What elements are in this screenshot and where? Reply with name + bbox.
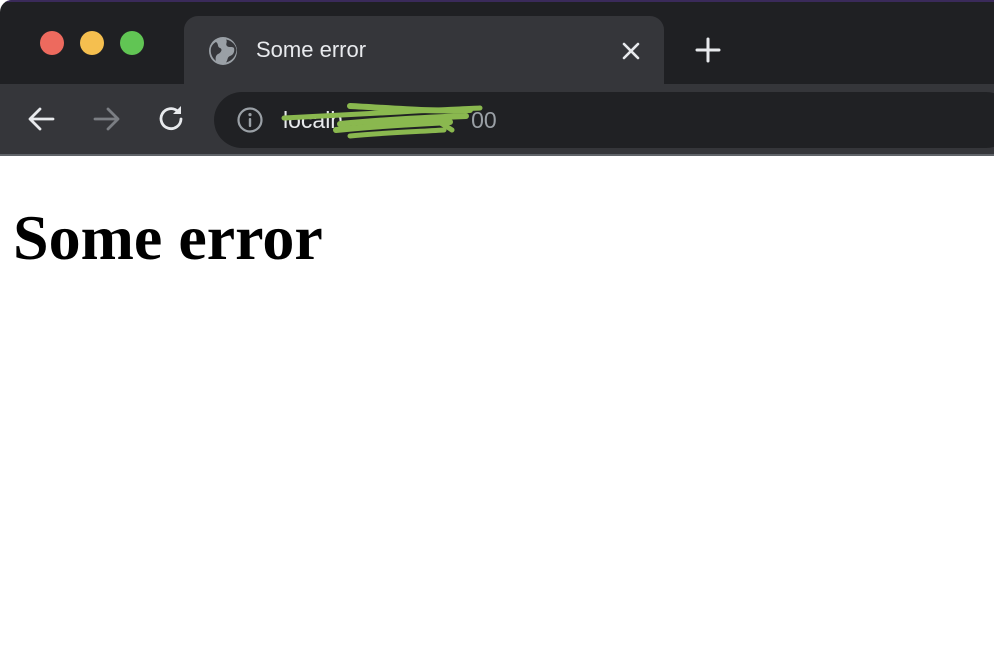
tab-title: Some error (256, 37, 367, 62)
window-minimize-button[interactable] (80, 31, 104, 55)
arrow-right-icon[interactable] (89, 102, 123, 136)
page-content: Some error (0, 156, 994, 652)
reload-icon[interactable] (154, 102, 188, 136)
page-heading: Some error (13, 202, 323, 273)
browser-toolbar: localh 00 (0, 84, 994, 156)
redaction-scribble (281, 103, 483, 139)
close-icon[interactable] (618, 38, 644, 64)
window-zoom-button[interactable] (120, 31, 144, 55)
window-top-edge (0, 0, 994, 2)
arrow-left-icon[interactable] (25, 102, 59, 136)
window-close-button[interactable] (40, 31, 64, 55)
plus-icon[interactable] (692, 34, 724, 66)
info-icon[interactable] (236, 106, 264, 134)
tab-some-error[interactable]: Some error (184, 16, 664, 84)
globe-icon (209, 37, 237, 65)
tab-strip: Some error (0, 0, 994, 84)
browser-window: Some error localh 00 Some error (0, 0, 994, 652)
address-bar[interactable]: localh 00 (214, 92, 994, 148)
